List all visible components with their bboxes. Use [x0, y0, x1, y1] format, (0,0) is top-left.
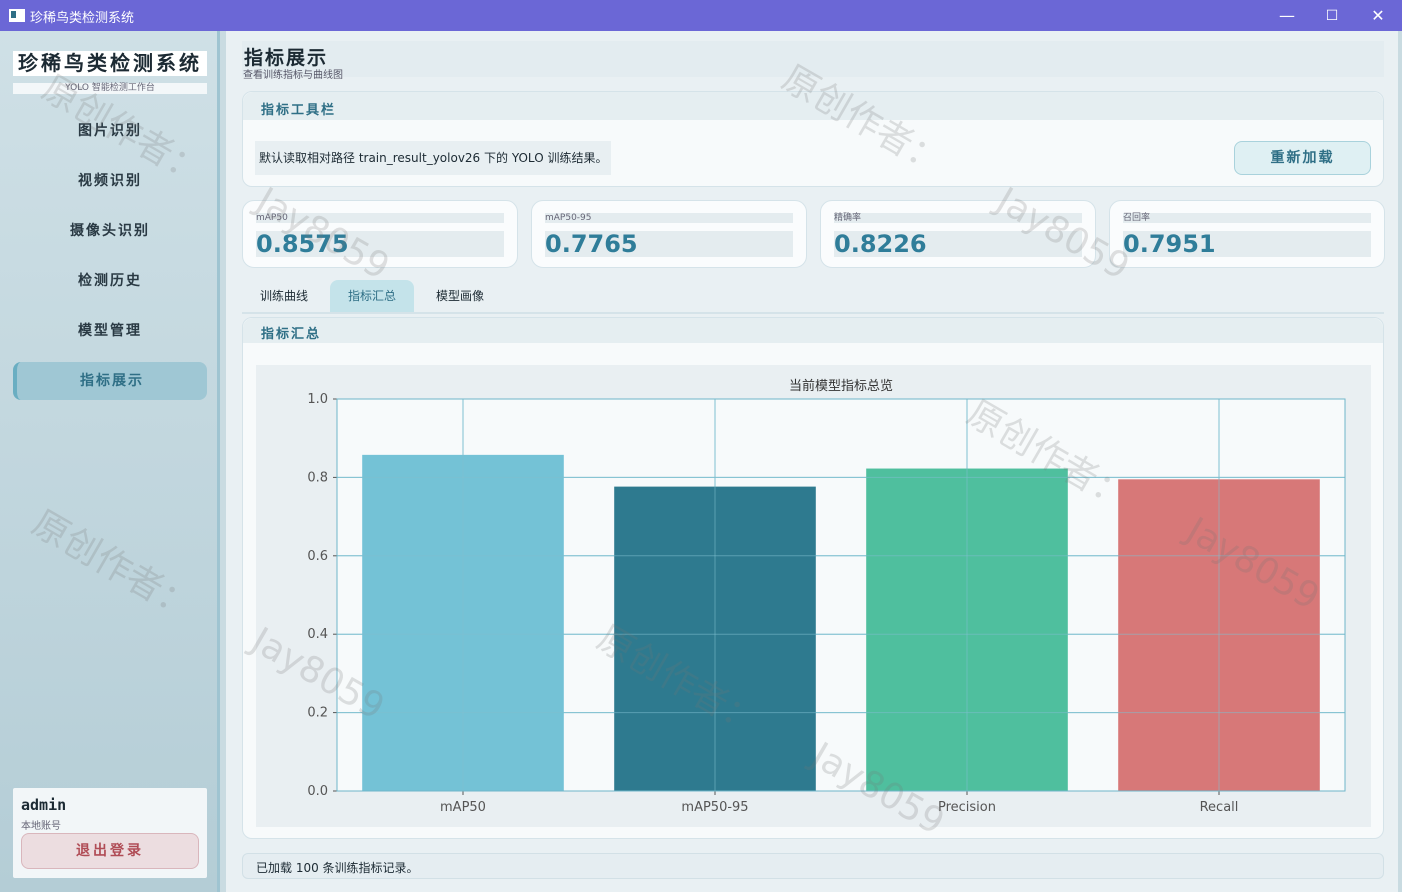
metric-card-map50-95: mAP50-95 0.7765: [531, 200, 807, 268]
metric-label: 精确率: [834, 213, 1082, 223]
metric-card-recall: 召回率 0.7951: [1109, 200, 1385, 268]
tab-model-profile[interactable]: 模型画像: [418, 280, 502, 313]
x-tick-label: Precision: [938, 800, 996, 815]
user-card: admin 本地账号 退出登录: [13, 788, 207, 878]
y-tick-label: 0.2: [307, 706, 328, 721]
metrics-toolbar: 指标工具栏 默认读取相对路径 train_result_yolov26 下的 Y…: [242, 91, 1384, 187]
close-button[interactable]: ✕: [1355, 0, 1401, 31]
y-tick-label: 1.0: [307, 392, 328, 407]
reload-button[interactable]: 重新加载: [1234, 141, 1371, 175]
y-tick-label: 0.4: [307, 627, 328, 642]
panel-title: 指标汇总: [261, 327, 322, 342]
chart-area: 0.0 0.2 0.4 0.6 0.8 1.0 mAP50 mAP50-95 Precision…: [256, 365, 1371, 827]
metric-card-map50: mAP50 0.8575: [242, 200, 518, 268]
brand-title: 珍稀鸟类检测系统: [13, 51, 207, 76]
metric-label: 召回率: [1123, 213, 1371, 223]
metric-card-precision: 精确率 0.8226: [820, 200, 1096, 268]
title-bar: 珍稀鸟类检测系统 — ☐ ✕: [0, 0, 1402, 31]
y-tick-label: 0.0: [307, 784, 328, 799]
metrics-summary-panel: 指标汇总 0.0 0.2 0.4 0.6 0.8 1.0 mAP50 mAP50-95 Prec…: [242, 317, 1384, 839]
metrics-bar-chart: 0.0 0.2 0.4 0.6 0.8 1.0 mAP50 mAP50-95 Precision…: [307, 378, 1346, 815]
metric-label: mAP50-95: [545, 213, 793, 223]
metric-label: mAP50: [256, 213, 504, 223]
x-tick-label: Recall: [1200, 800, 1239, 815]
toolbar-message: 默认读取相对路径 train_result_yolov26 下的 YOLO 训练…: [255, 141, 612, 175]
metric-value: 0.8575: [256, 231, 504, 257]
x-tick-label: mAP50-95: [681, 800, 748, 815]
x-tick-label: mAP50: [440, 800, 486, 815]
tab-metrics-summary[interactable]: 指标汇总: [330, 280, 414, 313]
sidebar-item-video-detect[interactable]: 视频识别: [13, 162, 207, 200]
brand-subtitle: YOLO 智能检测工作台: [13, 83, 207, 94]
tab-divider: [242, 312, 1384, 314]
status-text: 已加载 100 条训练指标记录。: [256, 861, 419, 875]
app-icon: [9, 9, 25, 22]
sidebar: 珍稀鸟类检测系统 YOLO 智能检测工作台 图片识别 视频识别 摄像头识别 检测…: [0, 31, 220, 892]
tab-training-curves[interactable]: 训练曲线: [242, 280, 326, 313]
metric-value: 0.8226: [834, 231, 1082, 257]
user-name: admin: [21, 796, 67, 814]
page-header: [242, 41, 1384, 77]
minimize-button[interactable]: —: [1264, 0, 1310, 31]
toolbar-title: 指标工具栏: [261, 103, 337, 118]
toolbar-header: [243, 92, 1383, 120]
y-tick-label: 0.6: [307, 549, 328, 564]
chart-title: 当前模型指标总览: [789, 378, 893, 394]
panel-header: [243, 318, 1383, 343]
maximize-button[interactable]: ☐: [1309, 0, 1355, 31]
logout-button[interactable]: 退出登录: [21, 833, 199, 869]
sidebar-item-camera-detect[interactable]: 摄像头识别: [13, 212, 207, 250]
sidebar-item-metrics[interactable]: 指标展示: [13, 362, 207, 400]
metric-value: 0.7765: [545, 231, 793, 257]
sidebar-item-image-detect[interactable]: 图片识别: [13, 112, 207, 150]
user-account-type: 本地账号: [21, 821, 61, 832]
sidebar-item-history[interactable]: 检测历史: [13, 262, 207, 300]
page-subtitle: 查看训练指标与曲线图: [243, 70, 343, 81]
main-content: 指标展示 查看训练指标与曲线图 指标工具栏 默认读取相对路径 train_res…: [226, 31, 1398, 892]
y-tick-label: 0.8: [307, 470, 328, 485]
status-bar: 已加载 100 条训练指标记录。: [242, 853, 1384, 879]
sidebar-item-model-manage[interactable]: 模型管理: [13, 312, 207, 350]
metric-value: 0.7951: [1123, 231, 1371, 257]
window-title: 珍稀鸟类检测系统: [30, 11, 135, 26]
